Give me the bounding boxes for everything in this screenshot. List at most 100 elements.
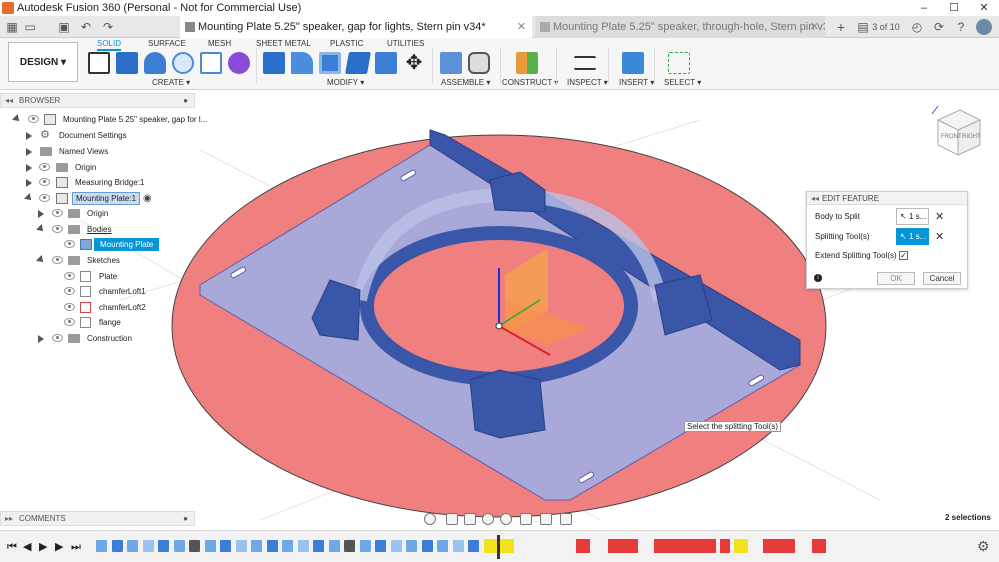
expand-icon[interactable] [36, 224, 46, 234]
expand-icon[interactable] [38, 210, 44, 218]
tree-item-origin-sub[interactable]: Origin [0, 206, 195, 221]
jobs-icon[interactable]: ⟳ [932, 19, 946, 35]
timeline-error-group[interactable] [576, 539, 590, 553]
visibility-icon[interactable] [64, 287, 75, 295]
expand-icon[interactable] [24, 193, 34, 203]
pattern-icon[interactable] [200, 52, 222, 74]
tree-item-sketch-plate[interactable]: Plate [0, 269, 195, 284]
tree-item-mounting-plate-body[interactable]: Mounting Plate [0, 237, 195, 252]
shell-icon[interactable] [319, 52, 341, 74]
tree-item-document-settings[interactable]: ⚙ Document Settings [0, 128, 195, 143]
timeline-feature-icon[interactable] [375, 540, 386, 552]
timeline-feature-icon[interactable] [452, 540, 464, 552]
fit-icon[interactable] [500, 513, 512, 525]
combine-icon[interactable] [345, 52, 371, 74]
step-forward-icon[interactable]: ▶ [55, 541, 65, 553]
timeline-feature-icon[interactable] [421, 540, 433, 552]
timeline-feature-icon[interactable] [111, 540, 123, 552]
orbit-icon[interactable] [424, 513, 436, 525]
timeline-feature-icon[interactable] [235, 540, 247, 552]
create-sketch-icon[interactable] [88, 52, 110, 74]
timeline-feature-icon[interactable] [359, 540, 371, 552]
comments-panel[interactable]: ▸▸ COMMENTS ● [0, 511, 195, 526]
timeline-settings-gear-icon[interactable]: ⚙ [977, 538, 990, 555]
tree-item-root[interactable]: Mounting Plate 5.25" speaker, gap for l.… [0, 112, 207, 127]
extrude-icon[interactable] [116, 52, 138, 74]
select-group[interactable]: SELECT ▾ [664, 78, 701, 87]
app-grid-icon[interactable]: ▦ [4, 19, 20, 35]
look-at-icon[interactable] [446, 513, 458, 525]
revolve-icon[interactable] [144, 52, 166, 74]
timeline-error-group[interactable] [608, 539, 638, 553]
browser-options-icon[interactable]: ● [183, 94, 188, 108]
close-tab-icon[interactable]: ✕ [517, 16, 526, 38]
fillet-icon[interactable] [291, 52, 313, 74]
visibility-icon[interactable] [28, 115, 39, 123]
visibility-icon[interactable] [64, 318, 75, 326]
play-icon[interactable]: ▶ [39, 541, 49, 553]
tree-item-named-views[interactable]: Named Views [0, 144, 195, 159]
avatar[interactable] [976, 19, 992, 35]
minimize-button[interactable]: – [909, 0, 939, 16]
help-icon[interactable]: ? [954, 19, 968, 35]
timeline-error-group[interactable] [763, 539, 795, 553]
tab-surface[interactable]: SURFACE [148, 39, 186, 48]
view-cube[interactable]: FRONT RIGHT [928, 100, 988, 160]
timeline-error-group[interactable] [812, 539, 826, 553]
notifications-icon[interactable]: ◴ [910, 19, 924, 35]
undo-icon[interactable]: ↶ [78, 19, 94, 35]
timeline-feature-icon[interactable] [468, 540, 479, 552]
timeline-feature-icon[interactable] [173, 540, 185, 552]
pan-icon[interactable] [464, 513, 476, 525]
construct-group[interactable]: CONSTRUCT ▾ [502, 78, 558, 87]
select-icon[interactable] [668, 52, 690, 74]
extend-splitting-tools-checkbox[interactable]: ✓ [899, 251, 908, 260]
timeline-feature-icon[interactable] [266, 540, 278, 552]
go-to-end-icon[interactable]: ⏭ [71, 541, 81, 553]
timeline-feature-icon[interactable] [297, 540, 309, 552]
tree-item-origin[interactable]: Origin [0, 160, 195, 175]
tree-item-sketch-chamferloft2[interactable]: chamferLoft2 [0, 300, 195, 315]
timeline-feature-icon[interactable] [189, 540, 200, 552]
browser-header[interactable]: ◂◂ BROWSER ● [0, 93, 195, 108]
grid-settings-icon[interactable] [540, 513, 552, 525]
visibility-icon[interactable] [64, 272, 75, 280]
hole-icon[interactable] [172, 52, 194, 74]
visibility-icon[interactable] [39, 178, 50, 186]
split-body-icon[interactable] [375, 52, 397, 74]
timeline-feature-icon[interactable] [390, 540, 402, 552]
body-to-split-selector[interactable]: ↖ 1 s... [896, 208, 929, 225]
close-tab-icon[interactable]: ✕ [810, 16, 819, 38]
expand-icon[interactable] [12, 114, 22, 124]
timeline-feature-icon[interactable] [251, 540, 262, 552]
timeline-marker[interactable] [497, 535, 500, 559]
visibility-icon[interactable] [52, 209, 63, 217]
info-icon[interactable]: i [814, 274, 822, 282]
timeline-feature-icon[interactable] [344, 540, 355, 552]
tab-solid[interactable]: SOLID [97, 39, 122, 51]
create-form-icon[interactable] [228, 52, 250, 74]
offset-plane-icon[interactable] [516, 52, 538, 74]
timeline-feature-icon[interactable] [142, 540, 154, 552]
extensions-icon[interactable]: ▤ [856, 19, 870, 35]
workspace-selector[interactable]: DESIGN ▾ [8, 42, 78, 82]
close-window-button[interactable]: ✕ [969, 0, 999, 16]
maximize-button[interactable]: ☐ [939, 0, 969, 16]
assemble-group[interactable]: ASSEMBLE ▾ [441, 78, 490, 87]
go-to-start-icon[interactable]: ⏮ [7, 541, 17, 553]
dialog-header[interactable]: ◂◂ EDIT FEATURE [807, 192, 967, 205]
file-menu-icon[interactable]: ▭ [22, 19, 38, 35]
insert-image-icon[interactable] [622, 52, 644, 74]
step-back-icon[interactable]: ◀ [23, 541, 33, 553]
tab-plastic[interactable]: PLASTIC [330, 39, 363, 48]
tree-item-construction[interactable]: Construction [0, 331, 195, 346]
tree-item-mounting-plate-component[interactable]: Mounting Plate:1 ◉ [0, 191, 195, 206]
timeline-feature-icon[interactable] [204, 540, 216, 552]
expand-icon[interactable] [26, 132, 32, 140]
display-settings-icon[interactable] [520, 513, 532, 525]
expand-icon[interactable] [38, 335, 44, 343]
timeline-feature-icon[interactable] [437, 540, 448, 552]
timeline-feature-icon[interactable] [282, 540, 293, 552]
splitting-tools-selector[interactable]: ↖ 1 s... [896, 228, 929, 245]
save-icon[interactable]: ▣ [56, 19, 72, 35]
